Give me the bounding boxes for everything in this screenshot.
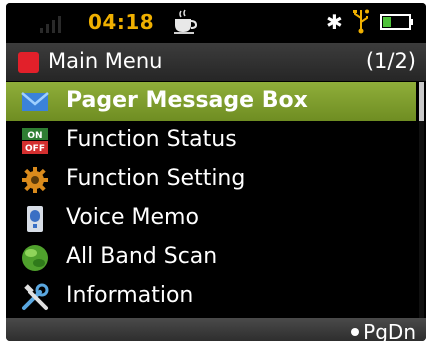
on-off-icon: ON OFF: [22, 128, 48, 154]
tools-icon: [22, 283, 49, 310]
menu-item-label: Function Status: [66, 127, 237, 152]
softkey-bar: PgDn: [6, 318, 426, 341]
usb-icon: [353, 9, 369, 34]
menu-item-pager-message-box[interactable]: Pager Message Box: [6, 82, 416, 121]
globe-icon: [22, 245, 48, 271]
page-down-softkey[interactable]: PgDn: [351, 320, 416, 341]
voice-memo-icon: [27, 206, 43, 232]
status-bar: 04:18 ✱: [6, 3, 426, 43]
signal-icon: [40, 13, 61, 33]
menu-item-label: All Band Scan: [66, 244, 218, 269]
page-indicator: (1/2): [365, 49, 416, 73]
menu-item-voice-memo[interactable]: Voice Memo: [6, 199, 426, 238]
page-down-label: PgDn: [363, 320, 416, 341]
battery-icon: [380, 14, 413, 30]
menu-item-label: Information: [66, 283, 194, 308]
menu-item-label: Voice Memo: [66, 205, 199, 230]
device-screen: 04:18 ✱ Main Menu (1/2) Pager Message Bo…: [6, 3, 426, 341]
svg-text:ON: ON: [27, 131, 42, 141]
envelope-icon: [21, 92, 49, 111]
page-title: Main Menu: [48, 49, 163, 73]
menu-item-function-setting[interactable]: Function Setting: [6, 160, 426, 199]
title-bar: Main Menu (1/2): [6, 43, 426, 81]
clock-time: 04:18: [88, 10, 155, 34]
menu-scrollbar-thumb[interactable]: [419, 82, 424, 121]
menu-item-function-status[interactable]: ON OFF Function Status: [6, 121, 426, 160]
menu-icon: [18, 52, 39, 73]
svg-text:OFF: OFF: [25, 144, 45, 154]
coffee-cup-icon: [174, 9, 198, 34]
menu-item-all-band-scan[interactable]: All Band Scan: [6, 238, 426, 277]
menu-item-label: Pager Message Box: [66, 88, 308, 113]
gear-icon: [22, 167, 48, 193]
bullet-icon: [351, 328, 360, 336]
bluetooth-icon: ✱: [326, 10, 343, 34]
menu-item-label: Function Setting: [66, 166, 246, 191]
menu-item-information[interactable]: Information: [6, 277, 426, 316]
main-menu: Pager Message Box ON OFF Function Status: [6, 82, 426, 316]
